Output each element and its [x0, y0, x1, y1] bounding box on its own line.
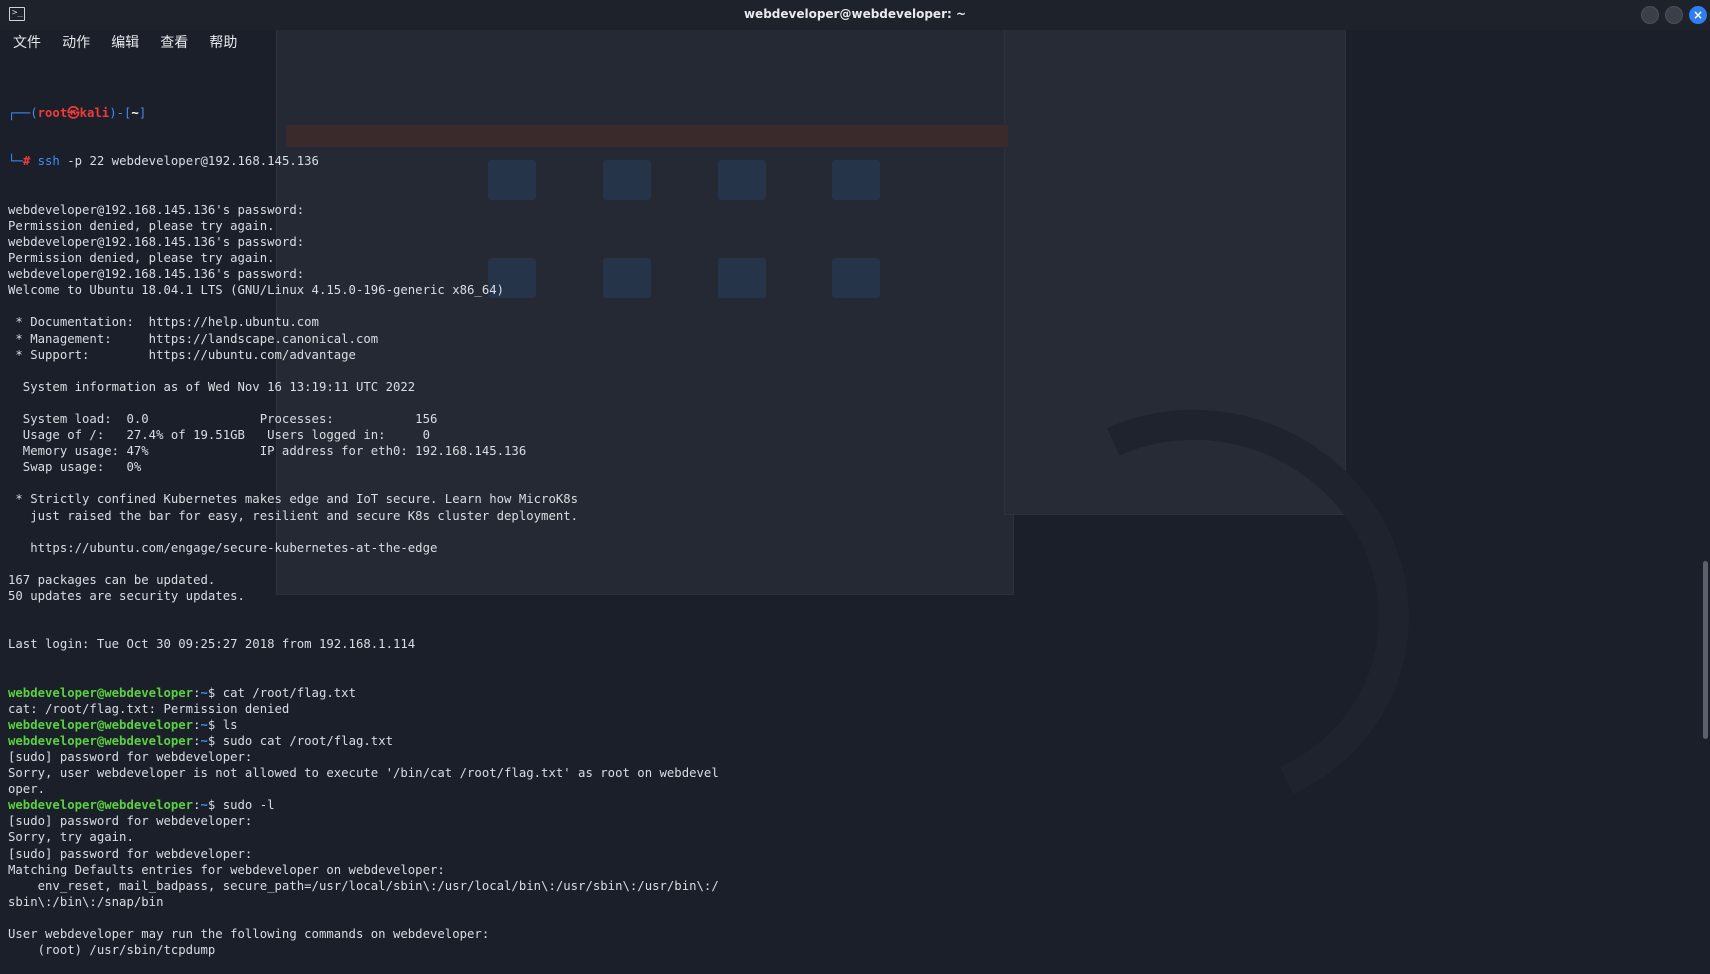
command-text: ls: [222, 717, 238, 732]
prompt-root-host: kali: [79, 106, 110, 121]
background-folder-icon: [718, 258, 766, 298]
terminal-line: Welcome to Ubuntu 18.04.1 LTS (GNU/Linux…: [8, 283, 505, 298]
terminal-line: webdeveloper@192.168.145.136's password:: [8, 202, 312, 217]
prompt-path: ~: [200, 733, 208, 748]
prompt-root-user: root: [37, 106, 68, 121]
terminal-line: * Management: https://landscape.canonica…: [8, 331, 379, 346]
prompt-user-host: webdeveloper@webdeveloper: [8, 717, 194, 732]
prompt-path: ~: [200, 798, 208, 813]
menu-edit[interactable]: 编辑: [111, 30, 139, 53]
terminal-line: System load: 0.0 Processes: 156: [8, 411, 438, 426]
terminal-line: Swap usage: 0%: [8, 460, 142, 475]
maximize-icon[interactable]: [1665, 6, 1683, 24]
menu-bar: 文件 动作 编辑 查看 帮助: [0, 30, 300, 56]
window-title: webdeveloper@webdeveloper: ~: [743, 7, 967, 21]
command-ssh-keyword: ssh: [37, 154, 60, 169]
terminal-line: System information as of Wed Nov 16 13:1…: [8, 379, 416, 394]
terminal-line: Memory usage: 47% IP address for eth0: 1…: [8, 444, 527, 459]
remote-prompt-line: webdeveloper@webdeveloper:~$ ls: [8, 717, 238, 732]
window-titlebar[interactable]: >_ webdeveloper@webdeveloper: ~ ×: [0, 0, 1710, 30]
command-text: sudo -l: [222, 798, 275, 813]
terminal-line: * Support: https://ubuntu.com/advantage: [8, 347, 356, 362]
terminal-line: Permission denied, please try again.: [8, 251, 275, 266]
close-icon[interactable]: ×: [1689, 6, 1707, 24]
menu-view[interactable]: 查看: [160, 30, 188, 53]
prompt-user-host: webdeveloper@webdeveloper: [8, 685, 194, 700]
prompt-root-path: ~: [131, 106, 139, 121]
background-folder-icon: [832, 160, 880, 200]
background-folder-icon: [832, 258, 880, 298]
remote-prompt-line: webdeveloper@webdeveloper:~$ sudo cat /r…: [8, 733, 393, 748]
background-folder-icon: [718, 160, 766, 200]
command-text: cat /root/flag.txt: [222, 685, 356, 700]
terminal-line: 50 updates are security updates.: [8, 589, 245, 603]
terminal-scrollbar[interactable]: [1702, 56, 1709, 851]
prompt-path: ~: [200, 717, 208, 732]
prompt-symbol: $: [207, 685, 223, 700]
session-block: webdeveloper@webdeveloper:~$ cat /root/f…: [8, 685, 719, 959]
menu-file[interactable]: 文件: [13, 30, 41, 53]
terminal-line: https://ubuntu.com/engage/secure-kuberne…: [8, 540, 438, 555]
terminal-line: User webdeveloper may run the following …: [8, 926, 490, 941]
terminal-line: Sorry, user webdeveloper is not allowed …: [8, 766, 719, 781]
terminal-line: webdeveloper@192.168.145.136's password:: [8, 234, 312, 249]
prompt-symbol: $: [207, 733, 223, 748]
command-ssh-args: -p 22 webdeveloper@192.168.145.136: [59, 154, 319, 169]
terminal-line: sbin\:/bin\:/snap/bin: [8, 894, 164, 909]
terminal-line: oper.: [8, 782, 46, 797]
remote-prompt-line: webdeveloper@webdeveloper:~$ sudo -l: [8, 798, 275, 813]
terminal-line: Last login: Tue Oct 30 09:25:27 2018 fro…: [8, 637, 416, 652]
prompt-path: ~: [200, 685, 208, 700]
root-prompt-line-2: └─# ssh -p 22 webdeveloper@192.168.145.1…: [8, 154, 319, 169]
terminal-output[interactable]: ┌──(root㉿kali)-[~] └─# ssh -p 22 webdeve…: [8, 73, 719, 974]
terminal-line: Matching Defaults entries for webdevelop…: [8, 862, 445, 877]
terminal-line: Sorry, try again.: [8, 830, 134, 845]
terminal-line: * Strictly confined Kubernetes makes edg…: [8, 492, 579, 507]
terminal-line: 167 packages can be updated.: [8, 572, 216, 587]
prompt-user-host: webdeveloper@webdeveloper: [8, 733, 194, 748]
terminal-line: [sudo] password for webdeveloper:: [8, 749, 260, 764]
terminal-line: Permission denied, please try again.: [8, 218, 275, 233]
prompt-at-symbol: ㉿: [67, 106, 80, 121]
terminal-line: Usage of /: 27.4% of 19.51GB Users logge…: [8, 428, 430, 443]
prompt-root-symbol: #: [22, 154, 31, 169]
menu-help[interactable]: 帮助: [209, 30, 237, 53]
terminal-line: just raised the bar for easy, resilient …: [8, 508, 579, 523]
root-prompt-line-1: ┌──(root㉿kali)-[~]: [8, 106, 147, 121]
terminal-line: env_reset, mail_badpass, secure_path=/us…: [8, 878, 719, 893]
output-block: webdeveloper@192.168.145.136's password:…: [8, 202, 719, 653]
terminal-line: [sudo] password for webdeveloper:: [8, 814, 260, 829]
terminal-line: * Documentation: https://help.ubuntu.com: [8, 315, 319, 330]
prompt-symbol: $: [207, 717, 223, 732]
minimize-icon[interactable]: [1641, 6, 1659, 24]
prompt-symbol: $: [207, 798, 223, 813]
prompt-user-host: webdeveloper@webdeveloper: [8, 798, 194, 813]
menu-actions[interactable]: 动作: [62, 30, 90, 53]
command-text: sudo cat /root/flag.txt: [222, 733, 393, 748]
remote-prompt-line: webdeveloper@webdeveloper:~$ cat /root/f…: [8, 685, 356, 700]
terminal-line: [sudo] password for webdeveloper:: [8, 846, 260, 861]
terminal-line: cat: /root/flag.txt: Permission denied: [8, 701, 290, 716]
terminal-line: (root) /usr/sbin/tcpdump: [8, 943, 216, 958]
terminal-line: webdeveloper@192.168.145.136's password:: [8, 267, 312, 282]
scrollbar-thumb[interactable]: [1703, 561, 1708, 739]
